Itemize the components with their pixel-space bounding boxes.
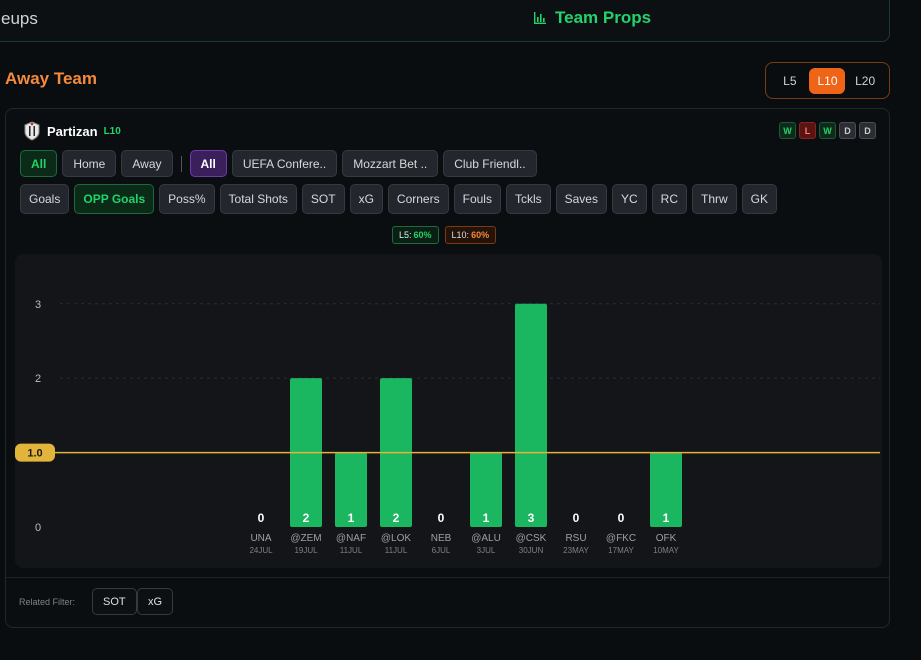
x-tick-date: 6JUL [432,546,451,555]
form-guide: WLWDD [779,122,876,139]
filter-divider [180,155,182,172]
bar-value-label: 1 [483,511,490,525]
range-option-l20[interactable]: L20 [847,68,883,94]
stat-tab-thrw[interactable]: Thrw [692,184,737,214]
hit-rate-l5-value: 60% [413,230,432,240]
filter-row: All Home Away All UEFA Confere.. Mozzart Bet … [20,150,537,177]
bar-value-label: 0 [258,511,265,525]
x-tick-label: OFK [656,533,677,544]
stat-tab-total-shots[interactable]: Total Shots [219,184,297,214]
team-crest-icon [24,121,40,141]
tab-team-props-label: Team Props [555,8,652,27]
bar-chart-svg: 0 2 3 0 UNA 24JUL 2 @ZEM 19JUL 1 @NAF 11JUL 2 @LOK 11J… [15,299,880,555]
hit-rate-l5: L5: 60% [392,226,439,244]
section-title: Away Team [5,69,97,88]
x-tick-date: 10MAY [653,546,679,555]
bar-chart-icon [534,12,546,24]
x-tick-label: NEB [431,533,452,544]
stat-tab-tckls[interactable]: Tckls [505,184,551,214]
bar-value-label: 0 [438,511,445,525]
hit-rate-l5-label: L5: [399,230,412,240]
threshold-label: 1.0 [27,448,42,460]
competition-filter-uefa-confere[interactable]: UEFA Confere.. [231,150,338,177]
competition-filter-club-friendl[interactable]: Club Friendl.. [443,150,537,177]
bar-value-label: 2 [393,511,400,525]
stat-tab-sot[interactable]: SOT [301,184,345,214]
form-result: D [839,122,856,139]
range-selector: L5 L10 L20 [765,62,890,99]
hit-rate-l10: L10: 60% [444,226,497,244]
bar-value-label: 1 [348,511,355,525]
bar-chart: 0 2 3 0 UNA 24JUL 2 @ZEM 19JUL 1 @NAF 11JUL 2 @LOK 11J… [15,254,882,568]
related-filter-label: Related Filter: [19,597,76,607]
range-option-l5[interactable]: L5 [772,68,808,94]
form-result: D [859,122,876,139]
stat-tab-yc[interactable]: YC [611,184,647,214]
related-chip-sot[interactable]: SOT [92,588,137,615]
bar-value-label: 0 [573,511,580,525]
x-tick-label: RSU [565,533,586,544]
team-range-label: L10 [103,125,121,137]
team-name: Partizan [47,123,98,139]
y-tick-label: 0 [35,522,41,534]
hit-rates: L5: 60% L10: 60% [392,226,497,244]
stat-tab-rc[interactable]: RC [651,184,687,214]
bar-value-label: 3 [528,511,535,525]
stat-tabs: Goals OPP Goals Poss% Total Shots SOT xG Corne… [20,184,778,214]
stat-tab-corners[interactable]: Corners [387,184,449,214]
tab-team-props[interactable]: Team Props [533,8,651,28]
x-tick-date: 17MAY [608,546,634,555]
y-tick-label: 2 [35,373,41,385]
form-result: W [819,122,836,139]
stat-tab-gk[interactable]: GK [741,184,778,214]
stat-tab-saves[interactable]: Saves [555,184,607,214]
tab-lineups[interactable]: eups [1,9,38,29]
y-tick-label: 3 [35,299,41,311]
x-tick-label: @CSK [516,533,547,544]
form-result: W [779,122,796,139]
bar-value-label: 0 [618,511,625,525]
stat-tab-fouls[interactable]: Fouls [453,184,501,214]
stat-tab-xg[interactable]: xG [349,184,383,214]
x-tick-date: 24JUL [249,546,273,555]
x-tick-date: 11JUL [385,546,408,555]
stat-tab-goals[interactable]: Goals [20,184,70,214]
x-tick-date: 30JUN [519,546,544,555]
related-filter: Related Filter: SOT xG [6,577,889,629]
bar [515,303,547,527]
venue-filter-away[interactable]: Away [121,150,173,177]
x-tick-label: UNA [250,533,271,544]
team-card: Partizan L10 WLWDD All Home Away All UEFA Co… [5,108,890,628]
hit-rate-l10-value: 60% [471,230,490,240]
x-tick-date: 3JUL [477,546,496,555]
x-tick-label: @ALU [471,533,501,544]
form-result: L [799,122,816,139]
bar-value-label: 2 [303,511,310,525]
competition-filter-all[interactable]: All [189,150,227,177]
team-header: Partizan L10 [23,121,121,141]
x-tick-date: 11JUL [340,546,363,555]
hit-rate-l10-label: L10: [451,230,470,240]
stat-tab-poss[interactable]: Poss% [159,184,215,214]
venue-filter-all[interactable]: All [20,150,58,177]
range-option-l10[interactable]: L10 [809,67,846,94]
x-tick-label: @NAF [336,533,366,544]
top-tab-bar: eups Team Props [0,0,890,42]
x-tick-date: 19JUL [294,546,318,555]
venue-filter-home[interactable]: Home [62,150,117,177]
related-chip-xg[interactable]: xG [137,588,174,615]
competition-filter-mozzart-bet[interactable]: Mozzart Bet .. [342,150,439,177]
x-tick-date: 23MAY [563,546,589,555]
bar-value-label: 1 [663,511,670,525]
x-tick-label: @LOK [381,533,411,544]
x-tick-label: @FKC [606,533,636,544]
stat-tab-opp-goals[interactable]: OPP Goals [74,184,155,214]
x-tick-label: @ZEM [290,533,321,544]
